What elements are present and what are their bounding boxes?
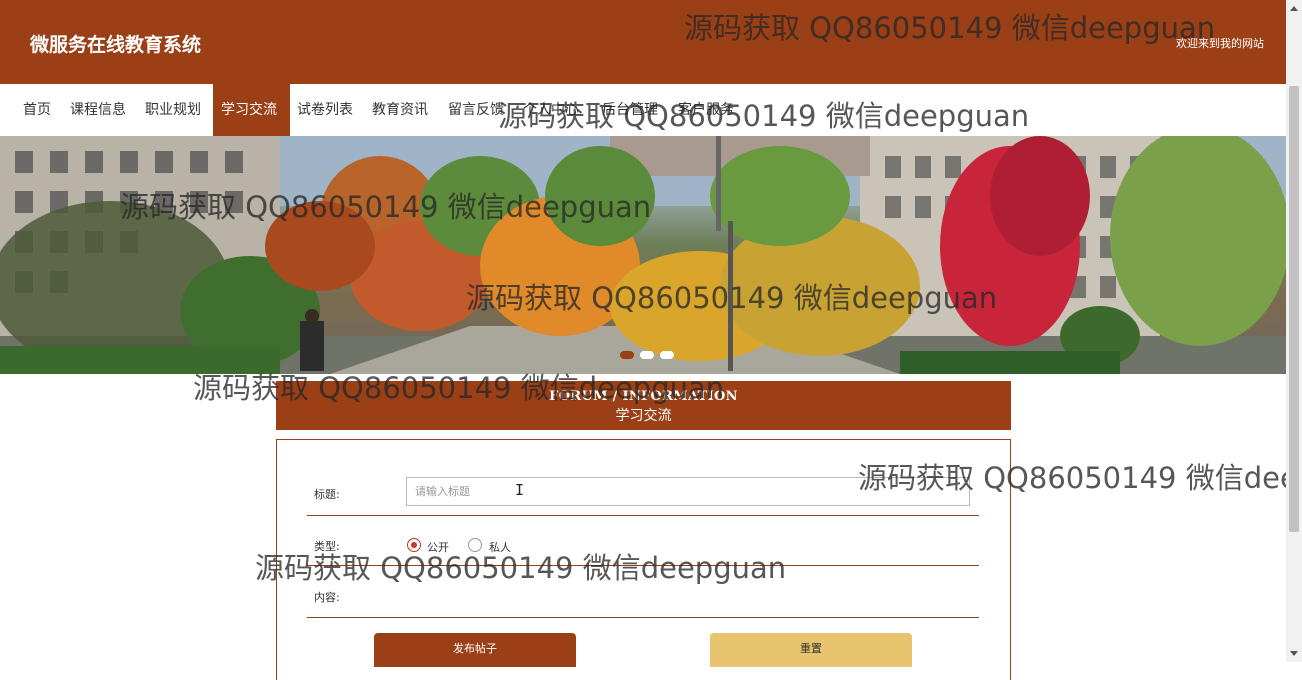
nav-item-service[interactable]: 客户服务 (670, 84, 742, 136)
carousel-dot-1[interactable] (620, 351, 634, 359)
type-public-label: 公开 (427, 541, 449, 554)
row-divider (307, 565, 979, 566)
section-title-en: FORUM / INFORMATION (549, 389, 738, 404)
type-public-radio[interactable] (407, 538, 421, 552)
carousel-dot-3[interactable] (660, 351, 674, 359)
scrollbar-thumb[interactable] (1289, 86, 1299, 532)
welcome-text: 欢迎来到我的网站 (1176, 37, 1264, 50)
nav-item-courses[interactable]: 课程信息 (62, 84, 134, 136)
text-cursor-icon: I (515, 481, 525, 499)
nav-item-profile[interactable]: 个人中心 (515, 84, 587, 136)
section-title-zh: 学习交流 (615, 408, 672, 424)
campus-photo (0, 136, 1286, 374)
site-header: 微服务在线教育系统 欢迎来到我的网站 (0, 0, 1286, 84)
site-title: 微服务在线教育系统 (30, 34, 202, 56)
row-divider (307, 617, 979, 618)
nav-item-home[interactable]: 首页 (15, 84, 59, 136)
scroll-up-icon[interactable] (1290, 6, 1298, 11)
nav-item-news[interactable]: 教育资讯 (364, 84, 436, 136)
nav-item-career[interactable]: 职业规划 (137, 84, 209, 136)
nav-item-exams[interactable]: 试卷列表 (289, 84, 361, 136)
nav-item-feedback[interactable]: 留言反馈 (440, 84, 512, 136)
title-input[interactable] (406, 477, 970, 506)
type-label: 类型: (314, 540, 340, 553)
row-divider (307, 515, 979, 516)
banner-carousel (0, 136, 1286, 374)
type-private-radio[interactable] (468, 538, 482, 552)
carousel-dot-2[interactable] (640, 351, 654, 359)
scroll-down-icon[interactable] (1290, 651, 1298, 656)
nav-item-forum[interactable]: 学习交流 (213, 84, 290, 136)
content-label: 内容: (314, 591, 340, 604)
type-private-label: 私人 (489, 541, 511, 554)
title-label: 标题: (314, 488, 340, 501)
post-form: 标题: 类型: 公开 私人 内容: 发布帖子 重置 (276, 439, 1011, 680)
nav-item-admin[interactable]: 后台管理 (594, 84, 666, 136)
section-header: FORUM / INFORMATION 学习交流 (276, 381, 1011, 430)
main-nav: 首页 课程信息 职业规划 学习交流 试卷列表 教育资讯 留言反馈 个人中心 后台… (0, 84, 1286, 136)
